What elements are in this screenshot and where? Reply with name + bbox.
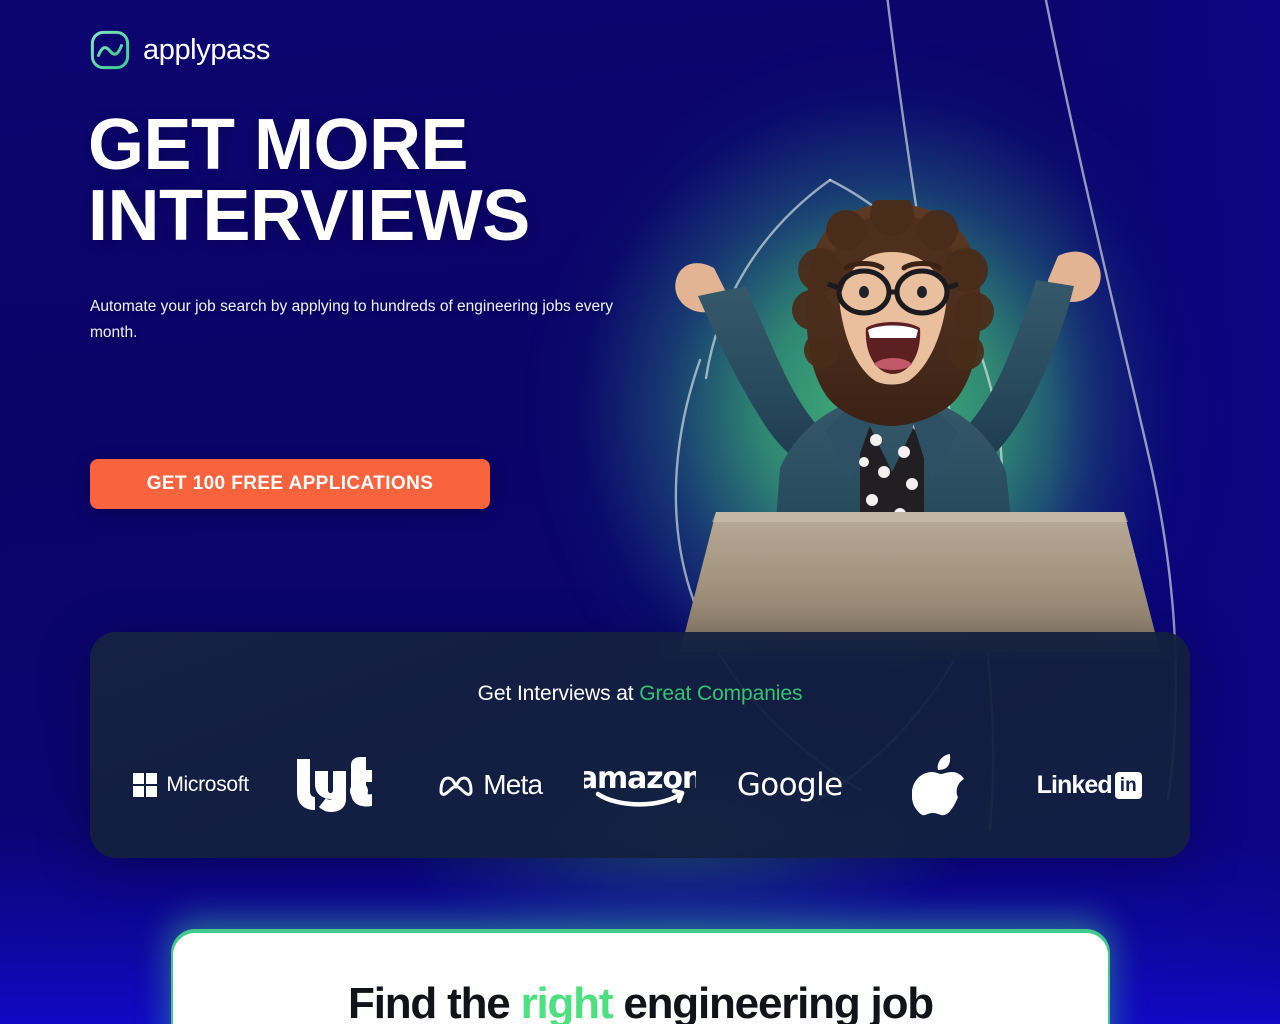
headline-line-1: GET MORE [88, 105, 469, 185]
hero-subtext: Automate your job search by applying to … [90, 298, 614, 341]
hero-image [660, 200, 1180, 660]
linkedin-in-badge-icon: in [1114, 771, 1142, 799]
microsoft-logo-icon [132, 772, 158, 798]
company-logo-amazon[interactable]: amazon [565, 745, 715, 825]
bottom-title-part2: engineering job [612, 979, 934, 1024]
amazon-logo-icon: amazon [584, 761, 696, 807]
companies-title: Get Interviews at Great Companies [90, 682, 1190, 706]
company-logo-google[interactable]: Google [715, 745, 865, 825]
company-logo-apple[interactable] [865, 745, 1015, 825]
company-logo-meta[interactable]: Meta [415, 745, 565, 825]
companies-title-accent: Great Companies [639, 682, 803, 705]
bottom-section-card: Find the right engineering job [173, 933, 1108, 1024]
company-logo-lyft[interactable] [266, 745, 416, 825]
companies-title-prefix: Get Interviews at [477, 682, 640, 705]
meta-logo-icon [439, 776, 473, 796]
company-logo-microsoft[interactable]: Microsoft [116, 745, 266, 825]
meta-wordmark: Meta [483, 769, 543, 800]
landing-page: applypass GET MORE INTERVIEWS Automate y… [0, 0, 1280, 1024]
brand-logo[interactable]: applypass [90, 30, 270, 70]
lyft-logo-icon [296, 757, 372, 812]
google-wordmark: Google [736, 767, 843, 803]
get-free-applications-button[interactable]: GET 100 FREE APPLICATIONS [90, 459, 490, 509]
linkedin-wordmark: Linked [1036, 770, 1113, 799]
bottom-title-part1: Find the [348, 979, 521, 1024]
microsoft-wordmark: Microsoft [166, 773, 249, 796]
company-logos-row: Microsoft Meta amazon Google Linked in [116, 740, 1164, 830]
page-title: GET MORE INTERVIEWS [88, 109, 728, 257]
applypass-wave-logo-icon [90, 30, 130, 70]
company-logo-linkedin[interactable]: Linked in [1014, 745, 1164, 825]
bottom-title-accent: right [520, 979, 614, 1024]
headline-line-2: INTERVIEWS [88, 176, 530, 257]
bottom-section-title: Find the right engineering job [173, 979, 1108, 1024]
brand-name: applypass [143, 33, 270, 66]
apple-logo-icon [912, 754, 965, 816]
companies-panel: Get Interviews at Great Companies Micros… [90, 632, 1190, 858]
